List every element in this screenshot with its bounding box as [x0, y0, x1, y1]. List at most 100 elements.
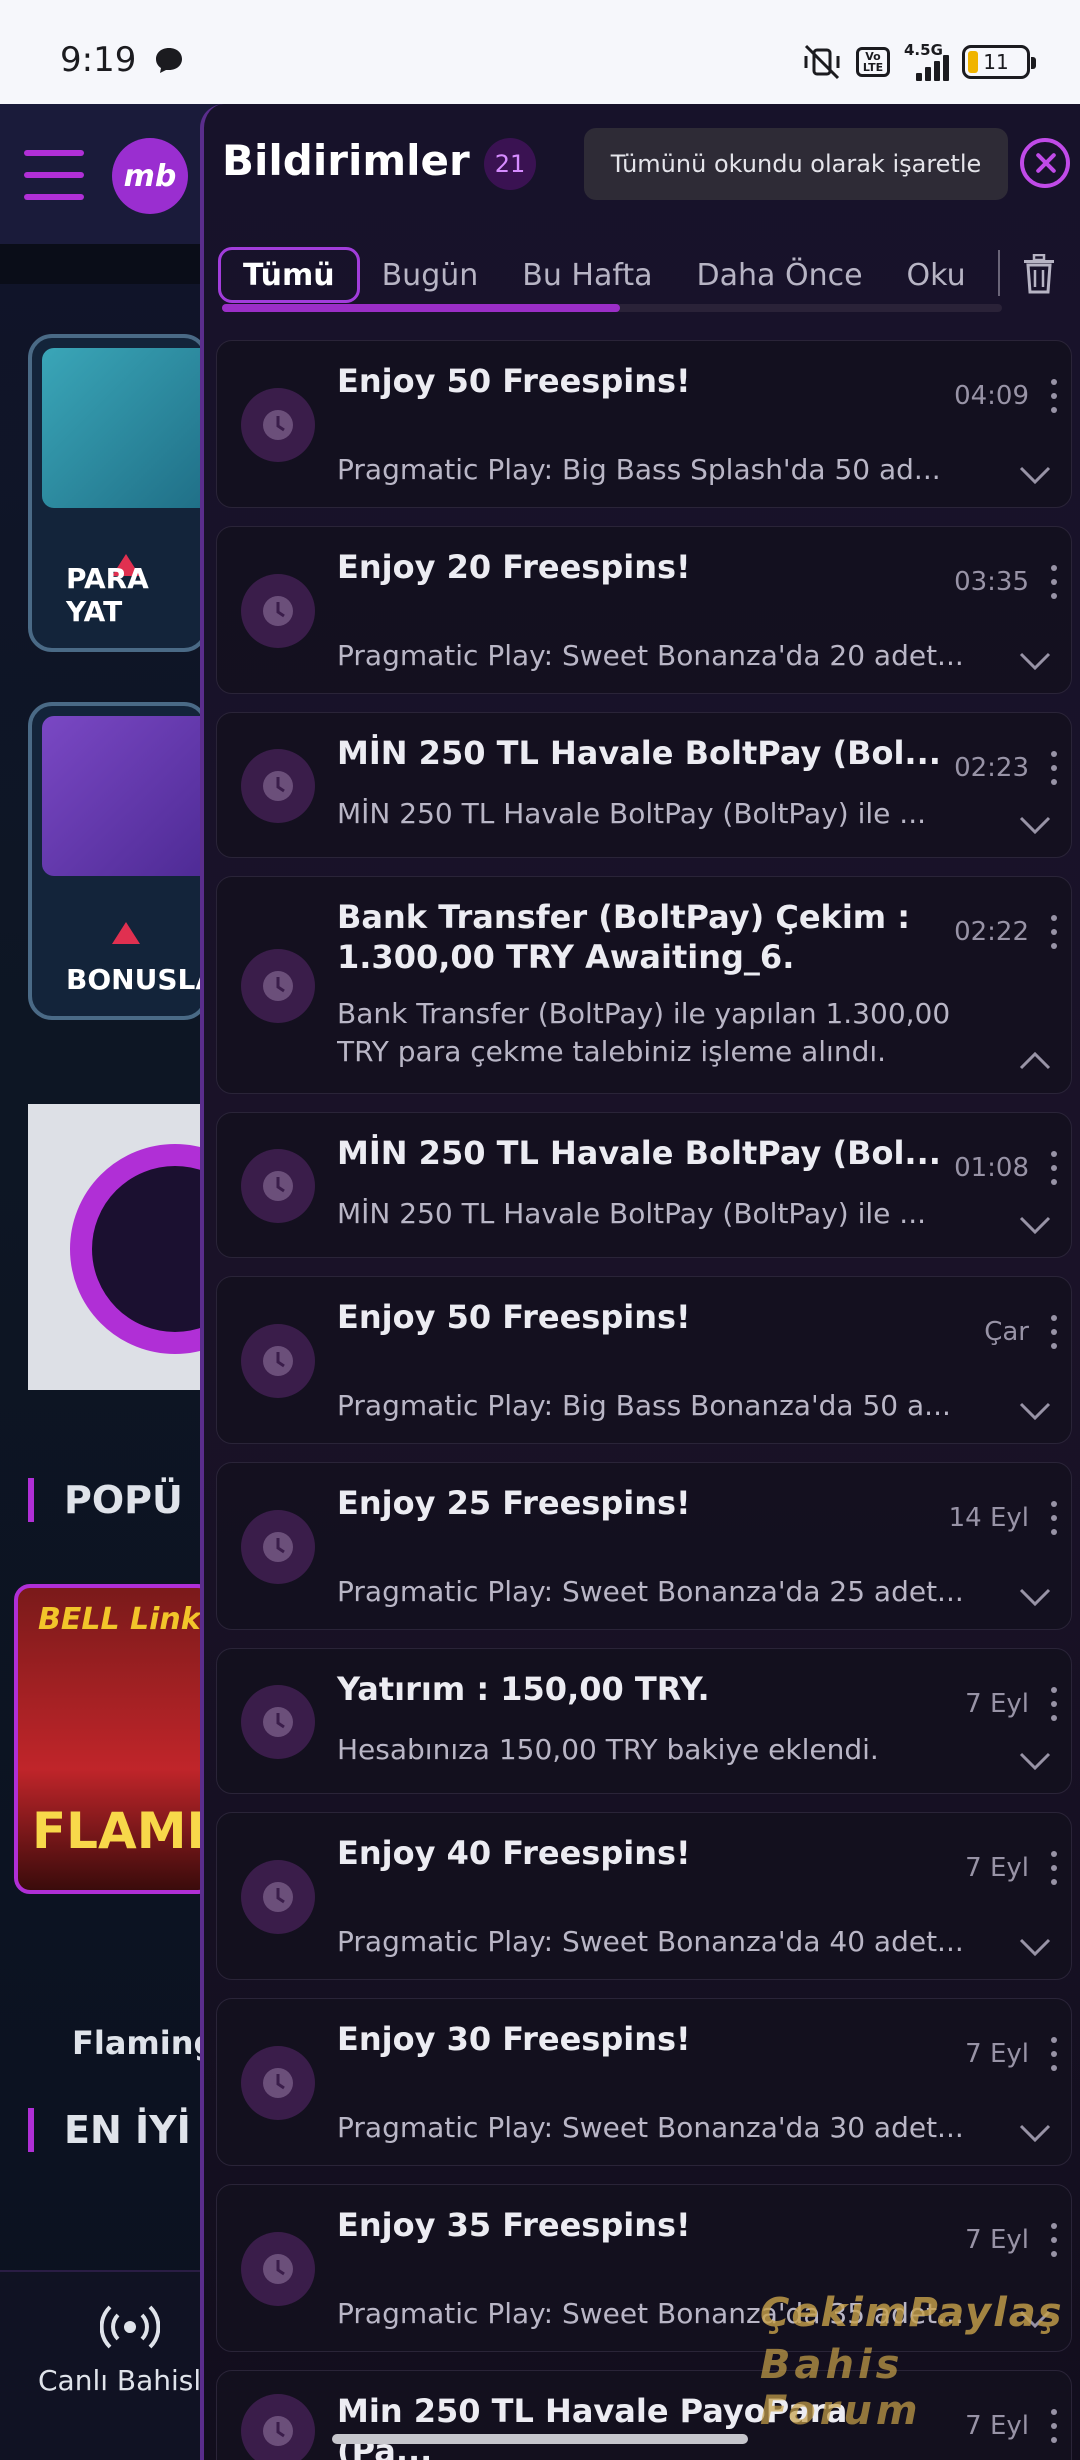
clock-icon: [241, 388, 315, 462]
notification-time: 02:23: [954, 753, 1029, 783]
notification-title: Enjoy 30 Freespins!: [337, 2020, 691, 2058]
clock-icon: [241, 949, 315, 1023]
notification-body: Bank Transfer (BoltPay) ile yapılan 1.30…: [337, 997, 951, 1068]
notification-title: Bank Transfer (BoltPay) Çekim : 1.300,00…: [337, 898, 911, 976]
safe-illustration-icon: [42, 348, 204, 508]
notification-time: 7 Eyl: [965, 2225, 1029, 2255]
more-options-icon[interactable]: [1051, 2037, 1057, 2071]
game-card-bottom-text: FLAMI: [32, 1802, 206, 1860]
game-card-flaming[interactable]: BELL Link FLAMI: [14, 1584, 214, 1894]
notification-card[interactable]: Enjoy 25 Freespins! 14 Eyl Pragmatic Play:…: [216, 1462, 1072, 1630]
clock-icon: [241, 749, 315, 823]
tab-1[interactable]: Bugün: [360, 247, 501, 303]
notification-body: Pragmatic Play: Sweet Bonanza'da 25 adet…: [337, 1575, 964, 1608]
notification-title: Enjoy 25 Freespins!: [337, 1484, 691, 1522]
clock-icon: [241, 2232, 315, 2306]
notification-card[interactable]: Enjoy 20 Freespins! 03:35 Pragmatic Play: …: [216, 526, 1072, 694]
chevron-down-icon[interactable]: [1019, 651, 1051, 671]
notification-time: 04:09: [954, 381, 1029, 411]
notification-title: Yatırım : 150,00 TRY.: [337, 1670, 710, 1708]
notification-card[interactable]: Yatırım : 150,00 TRY. 7 Eyl Hesabınıza 150…: [216, 1648, 1072, 1794]
clock-icon: [241, 1149, 315, 1223]
notification-body: MİN 250 TL Havale BoltPay (BoltPay) ile …: [337, 797, 926, 830]
notification-body: Pragmatic Play: Big Bass Splash'da 50 ad…: [337, 453, 941, 486]
notification-title: MİN 250 TL Havale BoltPay (Bol...: [337, 734, 941, 772]
more-options-icon[interactable]: [1051, 1851, 1057, 1885]
notification-body: Pragmatic Play: Sweet Bonanza'da 40 adet…: [337, 1925, 964, 1958]
gift-box-illustration-icon: [42, 716, 204, 876]
more-options-icon[interactable]: [1051, 751, 1057, 785]
watermark: ÇekimPaylaş Bahis Forum: [760, 2290, 1080, 2434]
notification-title: Enjoy 50 Freespins!: [337, 1298, 691, 1336]
close-icon[interactable]: [1020, 138, 1070, 188]
chevron-down-icon[interactable]: [1019, 1401, 1051, 1421]
signal-indicator: 4.5G: [904, 41, 949, 81]
notification-card[interactable]: Enjoy 50 Freespins! Çar Pragmatic Play: Bi…: [216, 1276, 1072, 1444]
more-options-icon[interactable]: [1051, 1151, 1057, 1185]
clock-icon: [241, 1510, 315, 1584]
notification-card[interactable]: Enjoy 40 Freespins! 7 Eyl Pragmatic Play: …: [216, 1812, 1072, 1980]
notification-count-badge: 21: [484, 138, 536, 190]
notification-time: 14 Eyl: [948, 1503, 1029, 1533]
chevron-down-icon[interactable]: [1019, 1937, 1051, 1957]
trash-icon[interactable]: [1022, 254, 1056, 294]
clock-icon: [241, 2046, 315, 2120]
notification-time: Çar: [984, 1317, 1029, 1347]
site-logo[interactable]: mb: [112, 138, 188, 214]
notification-title: Enjoy 50 Freespins!: [337, 362, 691, 400]
more-options-icon[interactable]: [1051, 379, 1057, 413]
notification-body: MİN 250 TL Havale BoltPay (BoltPay) ile …: [337, 1197, 926, 1230]
clock-icon: [241, 2394, 315, 2460]
more-options-icon[interactable]: [1051, 2223, 1057, 2257]
notification-body: Hesabınıza 150,00 TRY bakiye eklendi.: [337, 1733, 879, 1766]
more-options-icon[interactable]: [1051, 1315, 1057, 1349]
chevron-down-icon[interactable]: [1019, 1751, 1051, 1771]
tab-3[interactable]: Daha Önce: [675, 247, 885, 303]
deposit-tile[interactable]: PARA YAT: [28, 334, 208, 652]
chevron-up-icon[interactable]: [1019, 1051, 1051, 1071]
notification-card[interactable]: Bank Transfer (BoltPay) Çekim : 1.300,00…: [216, 876, 1072, 1094]
tab-0[interactable]: Tümü: [218, 247, 360, 303]
chevron-down-icon[interactable]: [1019, 1587, 1051, 1607]
more-options-icon[interactable]: [1051, 565, 1057, 599]
status-time: 9:19: [60, 40, 137, 80]
more-options-icon[interactable]: [1051, 1501, 1057, 1535]
mark-all-read-button[interactable]: Tümünü okundu olarak işaretle: [584, 128, 1008, 200]
bonus-tile[interactable]: BONUSLA: [28, 702, 208, 1020]
home-gesture-bar[interactable]: [332, 2434, 748, 2444]
tab-bar: Tümü Bugün Bu Hafta Daha Önce Oku: [218, 242, 1018, 308]
notification-card[interactable]: MİN 250 TL Havale BoltPay (Bol... 02:23 Mİ…: [216, 712, 1072, 858]
notification-time: 01:08: [954, 1153, 1029, 1183]
live-broadcast-icon[interactable]: [100, 2302, 160, 2352]
more-options-icon[interactable]: [1051, 915, 1057, 949]
arrow-up-icon: [112, 922, 140, 944]
clock-icon: [241, 574, 315, 648]
notification-card[interactable]: Enjoy 30 Freespins! 7 Eyl Pragmatic Play: …: [216, 1998, 1072, 2166]
bonus-tile-label: BONUSLA: [66, 963, 208, 996]
notifications-panel: Bildirimler 21 Tümünü okundu olarak işar…: [200, 104, 1080, 2460]
tab-2[interactable]: Bu Hafta: [500, 247, 674, 303]
volte-badge: Vo LTE: [856, 47, 890, 77]
notification-time: 7 Eyl: [965, 1689, 1029, 1719]
notification-card[interactable]: MİN 250 TL Havale BoltPay (Bol... 01:08 Mİ…: [216, 1112, 1072, 1258]
tab-divider: [998, 250, 1000, 296]
notification-card[interactable]: Enjoy 50 Freespins! 04:09 Pragmatic Play: …: [216, 340, 1072, 508]
chevron-down-icon[interactable]: [1019, 1215, 1051, 1235]
promo-banner[interactable]: [28, 1104, 280, 1390]
chevron-down-icon[interactable]: [1019, 465, 1051, 485]
clock-icon: [241, 1685, 315, 1759]
chevron-down-icon[interactable]: [1019, 815, 1051, 835]
notification-time: 7 Eyl: [965, 2039, 1029, 2069]
chevron-down-icon[interactable]: [1019, 2123, 1051, 2143]
more-options-icon[interactable]: [1051, 1687, 1057, 1721]
menu-icon[interactable]: [24, 150, 84, 200]
tab-4[interactable]: Oku: [885, 247, 988, 303]
clock-icon: [241, 1324, 315, 1398]
notification-title: Enjoy 35 Freespins!: [337, 2206, 691, 2244]
panel-header: Bildirimler 21 Tümünü okundu olarak işar…: [204, 104, 1080, 228]
bottom-nav-live-label[interactable]: Canlı Bahisl: [38, 2364, 201, 2397]
game-name: Flaming: [72, 2024, 217, 2062]
panel-title: Bildirimler: [222, 136, 470, 185]
watermark-line1: ÇekimPaylaş: [760, 2290, 1064, 2336]
battery-level: 11: [983, 50, 1009, 74]
